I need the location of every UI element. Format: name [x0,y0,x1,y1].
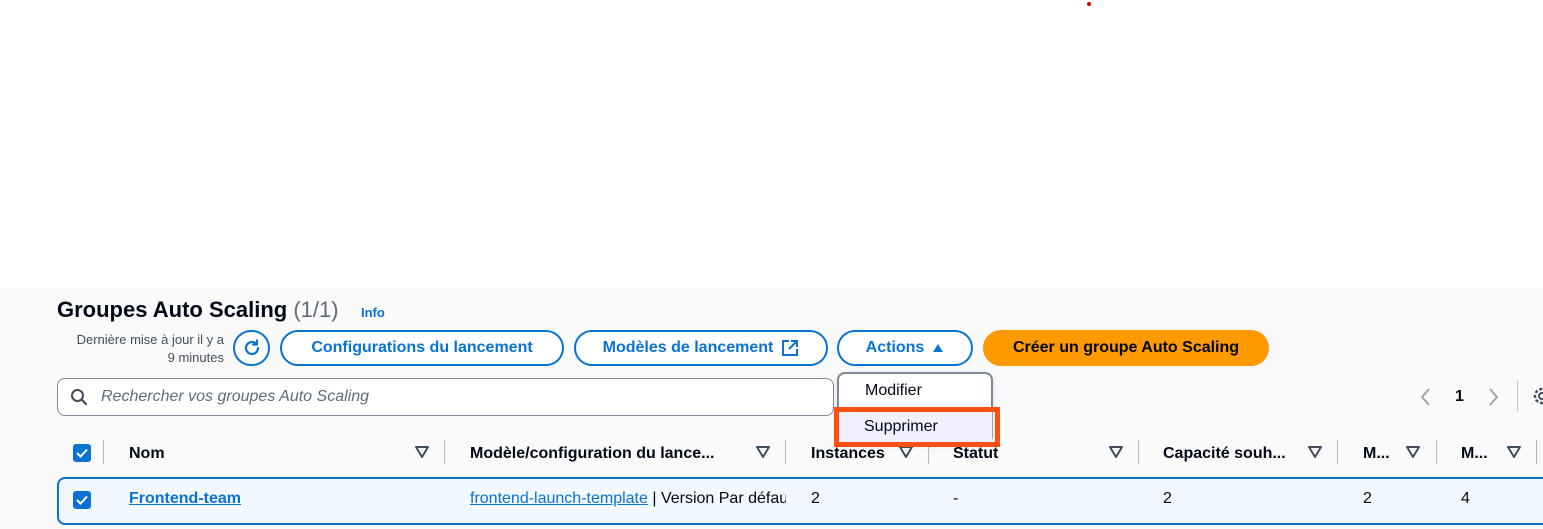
column-divider [1337,440,1338,464]
sort-icon[interactable] [1406,446,1420,458]
sort-icon[interactable] [756,446,770,458]
next-page-icon[interactable] [1487,386,1501,408]
status-cell: - [953,490,959,507]
create-auto-scaling-group-label: Créer un groupe Auto Scaling [1012,339,1240,356]
info-link[interactable]: Info [361,305,385,320]
create-auto-scaling-group-button[interactable]: Créer un groupe Auto Scaling [983,330,1269,366]
page-title-text: Groupes Auto Scaling [57,297,288,322]
column-header-min-label: M... [1363,445,1390,462]
search-icon [71,389,88,406]
refresh-icon [244,339,259,356]
actions-button[interactable]: Actions [837,330,973,366]
launch-configurations-label: Configurations du lancement [311,339,533,356]
highlight-box [834,407,1000,447]
last-updated-line1: Dernière mise à jour il y a [76,332,224,347]
column-divider [444,440,445,464]
group-name-link[interactable]: Frontend-team [129,490,241,508]
column-header-instances-label: Instances [811,445,885,462]
sort-icon[interactable] [1308,446,1322,458]
gear-icon[interactable] [1531,385,1543,407]
select-all-checkbox[interactable] [73,444,91,462]
min-capacity-cell: 2 [1363,490,1372,507]
launch-configurations-button[interactable]: Configurations du lancement [280,330,564,366]
search-input[interactable] [101,385,801,409]
external-link-icon [782,340,799,356]
search-bar [57,378,834,416]
column-header-max-label: M... [1461,445,1488,462]
sort-icon[interactable] [1109,446,1123,458]
last-updated-text: Dernière mise à jour il y a 9 minutes [40,331,224,367]
launch-template-link[interactable]: frontend-launch-template [470,490,648,507]
checkmark-icon [76,495,88,505]
current-page-number[interactable]: 1 [1455,388,1464,406]
column-header-max[interactable]: M... [1461,443,1497,465]
column-header-desired-capacity[interactable]: Capacité souh... [1163,443,1303,465]
sort-icon[interactable] [1507,446,1521,458]
menu-item-modifier-label: Modifier [865,381,922,399]
desired-capacity-cell: 2 [1163,490,1172,507]
launch-templates-button[interactable]: Modèles de lancement [574,330,828,366]
template-version-text: | Version Par défaut [647,490,786,507]
column-header-desired-capacity-label: Capacité souh... [1163,445,1286,462]
column-header-min[interactable]: M... [1363,443,1399,465]
last-updated-line2: 9 minutes [167,350,224,365]
refresh-button[interactable] [233,330,270,366]
pagination-divider [1517,380,1518,412]
column-divider [1536,440,1537,464]
column-header-name[interactable]: Nom [129,443,399,465]
column-header-template-label: Modèle/configuration du lance... [470,445,715,462]
previous-page-icon[interactable] [1418,386,1432,408]
column-divider [785,440,786,464]
sort-icon[interactable] [899,446,913,458]
sort-icon[interactable] [415,446,429,458]
column-divider [1436,440,1437,464]
max-capacity-cell: 4 [1461,490,1470,507]
red-marker-dot [1087,2,1091,6]
column-header-name-label: Nom [129,445,165,462]
column-divider [1138,440,1139,464]
checkmark-icon [76,448,88,458]
column-divider [103,440,104,464]
template-cell: frontend-launch-template | Version Par d… [470,490,786,508]
instances-cell: 2 [811,490,820,507]
selection-count: (1/1) [293,297,339,322]
row-checkbox[interactable] [73,491,91,509]
menu-item-modifier[interactable]: Modifier [837,372,993,409]
column-header-template[interactable]: Modèle/configuration du lance... [470,443,742,465]
page-title: Groupes Auto Scaling (1/1) [57,297,339,323]
table-row[interactable] [57,477,1543,525]
caret-up-icon [933,344,944,352]
column-header-status-label: Statut [953,445,999,462]
actions-label: Actions [865,339,925,356]
launch-templates-label: Modèles de lancement [602,339,774,356]
